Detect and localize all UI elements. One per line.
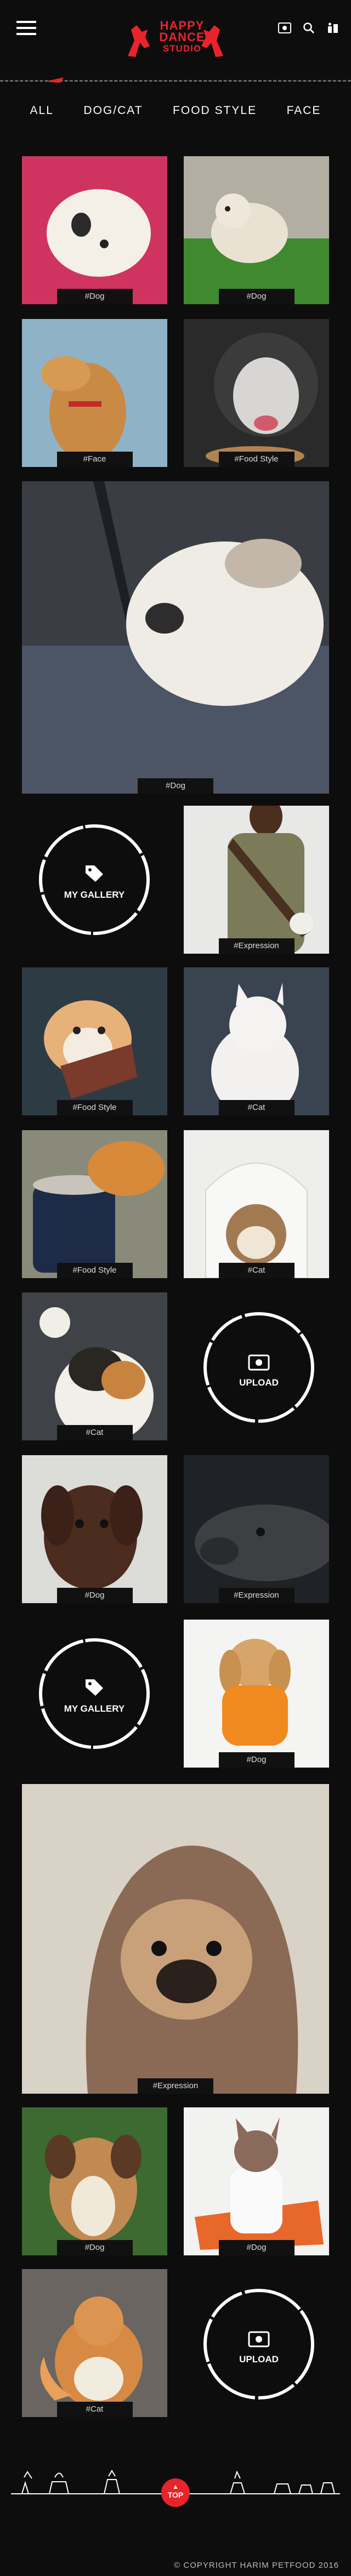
gallery-tile[interactable]: #Food Style [184, 319, 329, 467]
photo [22, 1130, 167, 1278]
tile-tag: #Food Style [218, 452, 295, 467]
tag-icon [86, 1679, 103, 1696]
tile-tag: #Cat [218, 1100, 295, 1115]
gallery-tile[interactable]: #Cat [184, 1130, 329, 1278]
gallery-tile[interactable]: #Expression [184, 1455, 329, 1603]
gallery-tile[interactable]: #Dog [22, 2107, 167, 2255]
tile-tag: #Cat [56, 1425, 133, 1440]
top-label: TOP [167, 2490, 184, 2499]
photo [184, 319, 329, 467]
photo [22, 1292, 167, 1440]
photo [22, 1784, 329, 2094]
tile-tag: #Expression [218, 1588, 295, 1603]
camera-icon [248, 2331, 270, 2347]
nav-dog-cat[interactable]: DOG/CAT [83, 104, 143, 117]
my-gallery-button[interactable]: MY GALLERY [34, 1633, 155, 1754]
gallery-tile[interactable]: #Cat [22, 2269, 167, 2417]
gallery-tile[interactable]: #Dog [184, 156, 329, 304]
photo [184, 1130, 329, 1278]
camera-icon [248, 1354, 270, 1371]
my-gallery-label: MY GALLERY [64, 890, 125, 900]
gallery-tile[interactable]: #Cat [22, 1292, 167, 1440]
gallery-tile[interactable]: #Expression [184, 806, 329, 954]
photo [184, 967, 329, 1115]
tile-tag: #Food Style [56, 1263, 133, 1278]
gallery-tile[interactable]: #Cat [184, 967, 329, 1115]
gallery-tile[interactable]: #Dog [184, 1620, 329, 1768]
logo-text: HAPPY DANCE STUDIO [152, 20, 212, 54]
gallery-tile[interactable]: #Food Style [22, 1130, 167, 1278]
photo-icon[interactable] [278, 21, 292, 35]
tile-tag: #Expression [138, 2078, 213, 2094]
gallery-tile[interactable]: #Expression [22, 1784, 329, 2094]
gallery-tile[interactable]: #Dog [22, 481, 329, 794]
photo [184, 156, 329, 304]
tile-tag: #Food Style [56, 1100, 133, 1115]
tile-tag: #Dog [218, 289, 295, 304]
gallery-tile[interactable]: #Dog [184, 2107, 329, 2255]
paw-mark-icon [45, 77, 64, 83]
photo [184, 2107, 329, 2255]
upload-button[interactable]: UPLOAD [199, 2284, 319, 2404]
photo [22, 2107, 167, 2255]
header-divider [0, 77, 351, 83]
photo [22, 481, 329, 794]
nav-all[interactable]: ALL [30, 104, 54, 117]
photo [22, 967, 167, 1115]
nav-face[interactable]: FACE [287, 104, 321, 117]
tile-tag: #Dog [56, 289, 133, 304]
my-gallery-label: MY GALLERY [64, 1703, 125, 1714]
back-to-top-button[interactable]: ▲ TOP [161, 2478, 190, 2507]
photo [184, 1455, 329, 1603]
gallery-tile[interactable]: #Food Style [22, 967, 167, 1115]
tile-tag: #Dog [56, 1588, 133, 1603]
photo [22, 2269, 167, 2417]
gallery-tile[interactable]: #Dog [22, 1455, 167, 1603]
footer [0, 2444, 351, 2576]
arrow-up-icon: ▲ [172, 2483, 179, 2490]
gallery-tile[interactable]: #Dog [22, 156, 167, 304]
search-icon[interactable] [302, 21, 316, 35]
logo-line: HAPPY [160, 19, 205, 32]
user-profile-icon[interactable] [326, 21, 340, 35]
my-gallery-button[interactable]: MY GALLERY [34, 819, 155, 940]
photo [22, 319, 167, 467]
tile-tag: #Dog [218, 1752, 295, 1768]
upload-button[interactable]: UPLOAD [199, 1307, 319, 1428]
menu-icon[interactable] [16, 21, 36, 35]
gallery-tile[interactable]: #Face [22, 319, 167, 467]
tile-tag: #Dog [56, 2240, 133, 2255]
photo [184, 1620, 329, 1768]
upload-label: UPLOAD [239, 1377, 279, 1388]
upload-label: UPLOAD [239, 2354, 279, 2364]
logo-line: STUDIO [162, 43, 202, 54]
logo-line: DANCE [159, 30, 205, 44]
tile-tag: #Dog [218, 2240, 295, 2255]
photo [22, 156, 167, 304]
header: HAPPY DANCE STUDIO [0, 0, 351, 77]
category-nav: ALL DOG/CAT FOOD STYLE FACE [0, 96, 351, 125]
tile-tag: #Face [56, 452, 133, 467]
copyright: © COPYRIGHT HARIM PETFOOD 2016 [174, 2561, 339, 2570]
tile-tag: #Expression [218, 938, 295, 954]
logo[interactable]: HAPPY DANCE STUDIO [123, 13, 228, 68]
tag-icon [86, 865, 103, 882]
tile-tag: #Dog [138, 778, 213, 794]
photo [22, 1455, 167, 1603]
tile-tag: #Cat [218, 1263, 295, 1278]
nav-food-style[interactable]: FOOD STYLE [173, 104, 257, 117]
tile-tag: #Cat [56, 2402, 133, 2417]
photo [184, 806, 329, 954]
